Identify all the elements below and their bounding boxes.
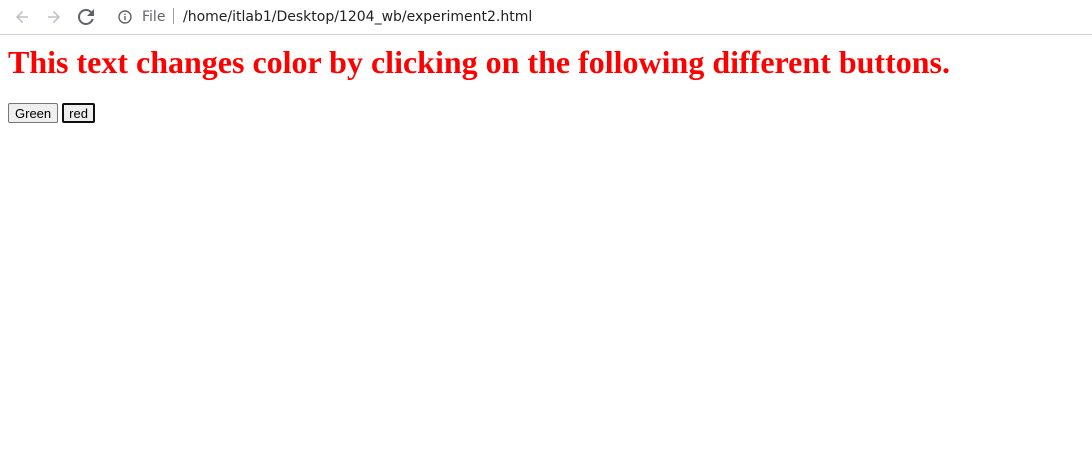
forward-arrow-icon xyxy=(48,10,60,24)
forward-button[interactable] xyxy=(41,4,67,30)
back-arrow-icon xyxy=(16,10,28,24)
page-heading: This text changes color by clicking on t… xyxy=(8,44,950,80)
url-text[interactable]: /home/itlab1/Desktop/1204_wb/experiment2… xyxy=(183,8,532,26)
address-separator xyxy=(173,8,174,24)
green-button[interactable]: Green xyxy=(8,103,59,123)
info-icon[interactable] xyxy=(118,10,132,24)
button-row: Green red xyxy=(8,103,95,123)
back-button[interactable] xyxy=(9,4,35,30)
reload-button[interactable] xyxy=(73,4,99,30)
address-bar[interactable]: File /home/itlab1/Desktop/1204_wb/experi… xyxy=(108,3,1092,31)
reload-icon xyxy=(78,9,94,25)
page-content: This text changes color by clicking on t… xyxy=(0,36,1092,466)
scheme-label: File xyxy=(142,9,166,25)
red-button[interactable]: red xyxy=(62,103,95,123)
browser-toolbar: File /home/itlab1/Desktop/1204_wb/experi… xyxy=(0,0,1092,35)
